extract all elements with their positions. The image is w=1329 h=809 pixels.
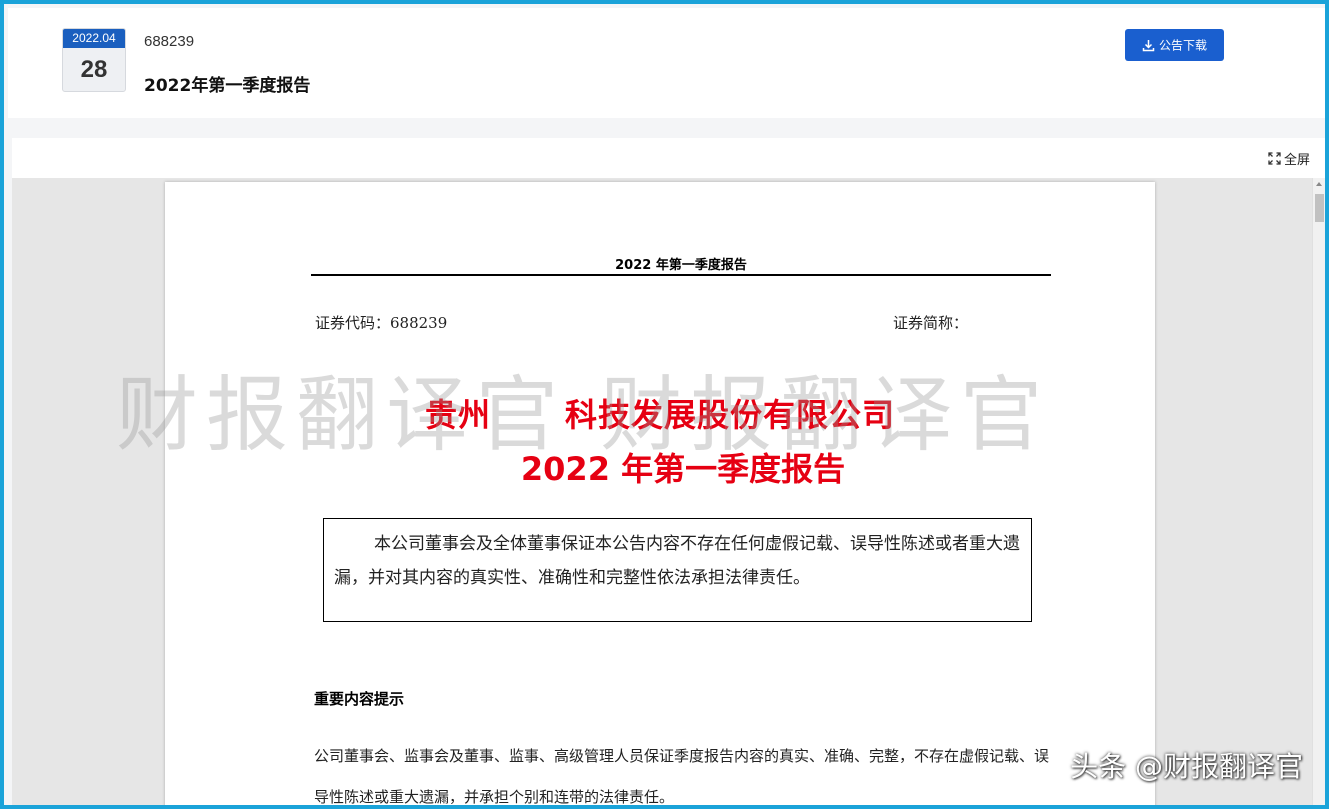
- page-title: 2022年第一季度报告: [144, 76, 311, 96]
- date-year-month: 2022.04: [63, 29, 125, 48]
- company-name-part2: 科技发展股份有限公司: [565, 396, 896, 434]
- pdf-canvas[interactable]: 2022 年第一季度报告 证券代码：688239 证券简称： 贵州 科技发展股份有…: [12, 178, 1312, 806]
- viewer-toolbar: 全屏: [12, 138, 1325, 178]
- download-icon: [1142, 40, 1155, 52]
- fullscreen-label: 全屏: [1283, 153, 1310, 168]
- stock-code: 688239: [144, 33, 195, 50]
- date-badge: 2022.04 28: [62, 28, 126, 92]
- corner-watermark: 头条 @财报翻译官: [1070, 750, 1303, 783]
- security-code: 证券代码：688239: [315, 314, 448, 332]
- date-day: 28: [80, 56, 108, 83]
- report-title: 2022 年第一季度报告: [520, 450, 846, 488]
- download-label: 公告下载: [1158, 38, 1207, 53]
- fullscreen-icon: [1268, 152, 1281, 165]
- doc-header-title: 2022 年第一季度报告: [615, 258, 747, 273]
- pdf-viewer: 全屏 2022 年第一季度报告 证券代码：688239 证券简称： 贵州 科技发展…: [12, 138, 1325, 806]
- important-paragraph: 公司董事会、监事会及董事、监事、高级管理人员保证季度报告内容的真实、准确、完整，…: [314, 747, 1050, 806]
- doc-header-rule: [311, 274, 1051, 276]
- security-abbreviation: 证券简称：: [893, 314, 969, 332]
- scroll-up-icon[interactable]: [1316, 182, 1322, 186]
- scrollbar-thumb[interactable]: [1315, 194, 1324, 222]
- company-name-part1: 贵州: [424, 396, 491, 434]
- vertical-scrollbar[interactable]: [1312, 178, 1325, 805]
- important-heading: 重要内容提示: [314, 690, 405, 708]
- announcement-header: 2022.04 28 688239 2022年第一季度报告 公告下载: [8, 8, 1325, 118]
- app-frame: 2022.04 28 688239 2022年第一季度报告 公告下载 全屏 20…: [0, 0, 1329, 809]
- company-name: 贵州 科技发展股份有限公司: [165, 390, 1155, 436]
- download-button[interactable]: 公告下载: [1125, 29, 1224, 61]
- board-statement-box: 本公司董事会及全体董事保证本公告内容不存在任何虚假记载、误导性陈述或者重大遗漏，…: [323, 518, 1032, 622]
- pdf-page: 2022 年第一季度报告 证券代码：688239 证券简称： 贵州 科技发展股份有…: [165, 182, 1155, 806]
- fullscreen-button[interactable]: 全屏: [1268, 149, 1310, 168]
